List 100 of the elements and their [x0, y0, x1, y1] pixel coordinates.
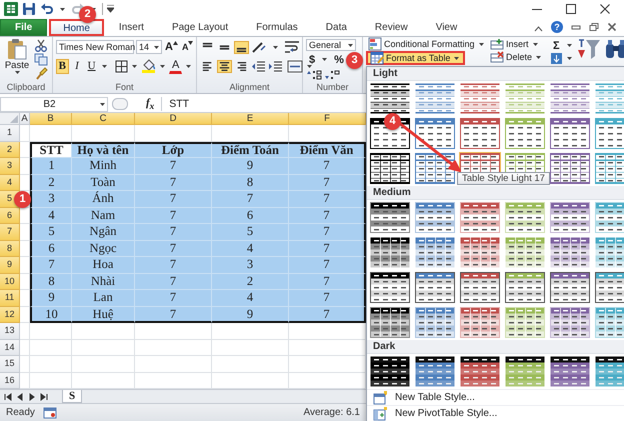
column-header[interactable]: F — [289, 113, 366, 125]
row-header[interactable]: 16 — [0, 372, 20, 389]
row-header[interactable]: 15 — [0, 356, 20, 372]
font-name-field[interactable]: Times New Roman — [56, 40, 134, 54]
collapse-ribbon-icon[interactable] — [534, 25, 543, 32]
increase-decimal-icon[interactable] — [306, 68, 322, 80]
row-header[interactable]: 2 — [0, 142, 20, 158]
align-center-icon[interactable] — [217, 60, 232, 72]
row-header[interactable]: 11 — [0, 290, 20, 306]
table-style-thumbnail[interactable] — [594, 236, 624, 269]
column-header[interactable]: C — [72, 113, 135, 125]
column-header[interactable]: B — [30, 113, 72, 125]
wrap-text-icon[interactable] — [284, 40, 300, 54]
table-style-thumbnail[interactable] — [594, 82, 624, 115]
table-style-thumbnail[interactable] — [459, 201, 501, 234]
bold-button[interactable]: B — [56, 58, 69, 74]
menu-item[interactable]: New PivotTable Style... — [395, 408, 498, 419]
splitter-handle-icon[interactable] — [112, 98, 128, 110]
row-header[interactable]: 14 — [0, 340, 20, 356]
table-style-thumbnail[interactable] — [414, 355, 456, 388]
binoculars-icon[interactable] — [604, 38, 624, 60]
table-style-thumbnail[interactable] — [414, 152, 456, 185]
table-style-thumbnail[interactable] — [369, 271, 411, 304]
menu-item[interactable]: New Table Style... — [395, 392, 475, 403]
row-header[interactable]: 1 — [0, 125, 20, 142]
borders-icon[interactable] — [115, 60, 128, 72]
table-style-thumbnail[interactable] — [594, 152, 624, 185]
close-icon[interactable] — [599, 3, 611, 15]
autosum-button[interactable]: Σ — [550, 40, 563, 52]
scissors-icon[interactable] — [34, 39, 48, 52]
table-style-thumbnail[interactable] — [459, 271, 501, 304]
formula-field[interactable]: STT — [166, 98, 362, 110]
table-style-thumbnail[interactable] — [369, 82, 411, 115]
insert-function-button[interactable]: f$_{x}$ — [132, 96, 162, 112]
fill-color-icon[interactable] — [141, 59, 156, 73]
format-as-table-button[interactable]: Format as Table — [366, 51, 466, 65]
table-style-thumbnail[interactable] — [549, 355, 591, 388]
table-style-thumbnail[interactable] — [414, 236, 456, 269]
table-style-thumbnail[interactable] — [549, 236, 591, 269]
last-sheet-icon[interactable] — [40, 392, 48, 400]
table-style-thumbnail[interactable] — [504, 271, 546, 304]
paste-button[interactable]: Paste — [3, 38, 31, 81]
name-box[interactable]: B2 — [0, 96, 108, 112]
increase-indent-icon[interactable] — [268, 60, 283, 72]
table-style-thumbnail[interactable] — [549, 306, 591, 339]
decrease-indent-icon[interactable] — [251, 60, 266, 72]
row-header[interactable]: 4 — [0, 174, 20, 191]
currency-button[interactable]: $ — [306, 54, 318, 66]
underline-button[interactable]: U — [85, 58, 98, 74]
row-header[interactable]: 8 — [0, 240, 20, 257]
delete-cells-button[interactable]: Delete — [488, 51, 546, 63]
undo-icon[interactable] — [40, 2, 54, 16]
table-style-thumbnail[interactable] — [459, 117, 501, 150]
row-header[interactable]: 12 — [0, 306, 20, 323]
shrink-font-button[interactable]: A — [180, 40, 194, 54]
decrease-decimal-icon[interactable] — [324, 68, 340, 80]
table-style-thumbnail[interactable] — [459, 355, 501, 388]
table-style-thumbnail[interactable] — [594, 271, 624, 304]
table-style-thumbnail[interactable] — [594, 355, 624, 388]
table-style-thumbnail[interactable] — [459, 306, 501, 339]
file-tab[interactable]: File — [0, 19, 48, 36]
ribbon-tab[interactable]: Formulas — [243, 19, 311, 36]
table-style-thumbnail[interactable] — [549, 271, 591, 304]
table-style-thumbnail[interactable] — [414, 82, 456, 115]
help-button[interactable]: ? — [551, 21, 563, 33]
table-style-thumbnail[interactable] — [369, 201, 411, 234]
row-header[interactable]: 13 — [0, 323, 20, 340]
fill-down-icon[interactable] — [550, 52, 563, 65]
insert-cells-button[interactable]: Insert — [488, 38, 542, 50]
table-style-thumbnail[interactable] — [414, 117, 456, 150]
column-header[interactable]: D — [135, 113, 212, 125]
save-icon[interactable] — [22, 2, 36, 16]
ribbon-tab[interactable]: Insert — [106, 19, 157, 36]
ribbon-tab[interactable]: Page Layout — [158, 19, 242, 36]
percent-button[interactable]: % — [331, 54, 347, 66]
row-header[interactable]: 7 — [0, 224, 20, 240]
table-style-thumbnail[interactable] — [369, 355, 411, 388]
next-sheet-icon[interactable] — [28, 392, 36, 400]
row-header[interactable]: 3 — [0, 158, 20, 174]
ribbon-tab[interactable]: View — [422, 19, 470, 36]
table-style-thumbnail[interactable] — [459, 82, 501, 115]
ribbon-tab[interactable]: Review — [362, 19, 421, 36]
table-style-thumbnail[interactable] — [504, 355, 546, 388]
table-style-thumbnail[interactable] — [549, 117, 591, 150]
font-color-button[interactable]: A — [169, 58, 182, 74]
record-macro-icon[interactable] — [42, 406, 57, 418]
table-style-thumbnail[interactable] — [549, 152, 591, 185]
restore-icon[interactable] — [589, 22, 599, 32]
row-header[interactable]: 10 — [0, 274, 20, 290]
font-size-field[interactable]: 14 — [136, 40, 162, 54]
align-bottom-icon[interactable] — [234, 40, 249, 54]
paintbrush-icon[interactable] — [34, 67, 48, 80]
table-style-thumbnail[interactable] — [414, 271, 456, 304]
column-header[interactable]: E — [212, 113, 289, 125]
ribbon-tab[interactable]: Home — [49, 19, 104, 36]
table-style-thumbnail[interactable] — [369, 152, 411, 185]
table-style-thumbnail[interactable] — [369, 236, 411, 269]
table-style-thumbnail[interactable] — [459, 236, 501, 269]
table-style-thumbnail[interactable] — [369, 306, 411, 339]
number-format-field[interactable]: General — [306, 39, 356, 51]
